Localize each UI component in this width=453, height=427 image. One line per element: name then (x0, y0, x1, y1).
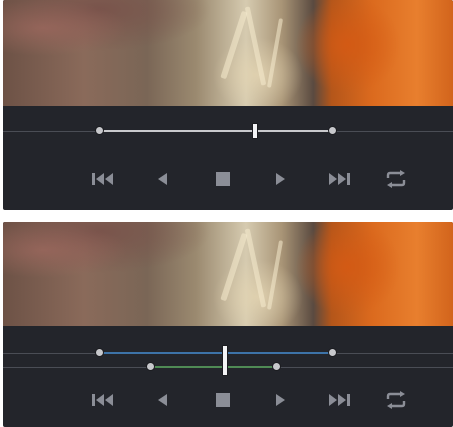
transport-controls (3, 164, 453, 194)
play-forward-button[interactable] (266, 164, 296, 194)
jump-to-end-icon (329, 173, 350, 185)
sub-range-in-handle[interactable] (146, 362, 155, 371)
transport-controls (3, 385, 453, 415)
jump-to-end-button[interactable] (323, 385, 353, 415)
out-point-handle[interactable] (328, 348, 337, 357)
play-reverse-icon (158, 173, 167, 185)
in-point-handle[interactable] (95, 126, 104, 135)
loop-button[interactable] (381, 385, 411, 415)
jump-to-start-button[interactable] (89, 385, 119, 415)
sub-range-out-handle[interactable] (272, 362, 281, 371)
loop-icon (386, 391, 406, 409)
play-reverse-icon (158, 394, 167, 406)
hair-strand (244, 6, 267, 86)
video-frame (3, 222, 453, 326)
in-out-range-track[interactable] (100, 352, 333, 354)
loop-button[interactable] (381, 164, 411, 194)
loop-icon (386, 170, 406, 188)
play-forward-button[interactable] (266, 385, 296, 415)
hair-strand (266, 18, 284, 88)
jump-to-end-button[interactable] (323, 164, 353, 194)
viewer-panel-1 (3, 0, 453, 210)
play-reverse-button[interactable] (147, 385, 177, 415)
hair-strand (220, 232, 248, 302)
hair-strand (244, 228, 267, 308)
stop-icon (216, 172, 230, 186)
video-frame (3, 0, 453, 106)
viewer-panel-2 (3, 222, 453, 427)
playhead[interactable] (252, 123, 258, 139)
play-forward-icon (276, 173, 285, 185)
jump-to-end-icon (329, 394, 350, 406)
jump-to-start-icon (92, 173, 113, 185)
jump-to-start-button[interactable] (89, 164, 119, 194)
hair-strand (220, 10, 248, 80)
out-point-handle[interactable] (328, 126, 337, 135)
stop-icon (216, 393, 230, 407)
in-point-handle[interactable] (95, 348, 104, 357)
stop-button[interactable] (208, 385, 238, 415)
jump-to-start-icon (92, 394, 113, 406)
playhead[interactable] (222, 345, 228, 376)
play-reverse-button[interactable] (147, 164, 177, 194)
scrubber-track[interactable] (100, 130, 333, 132)
sub-range-track[interactable] (151, 366, 277, 368)
stop-button[interactable] (208, 164, 238, 194)
play-forward-icon (276, 394, 285, 406)
hair-strand (266, 240, 284, 310)
